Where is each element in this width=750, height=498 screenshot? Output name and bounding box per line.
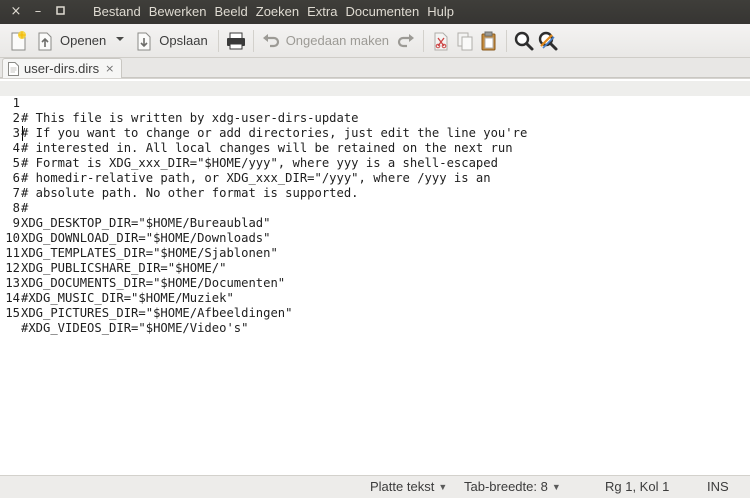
open-icon-button[interactable] <box>34 30 56 52</box>
menu-documenten[interactable]: Documenten <box>341 0 423 24</box>
text-editor[interactable]: 1 # This file is written by xdg-user-dir… <box>0 78 750 476</box>
save-button[interactable]: Opslaan <box>159 33 207 48</box>
close-window-button[interactable]: × <box>9 5 23 19</box>
editor-line[interactable]: 9 XDG_DOWNLOAD_DIR="$HOME/Downloads" <box>0 201 750 245</box>
maximize-icon <box>55 6 65 15</box>
open-recent-dropdown[interactable] <box>115 33 125 48</box>
menubar: × – Bestand Bewerken Beeld Zoeken Extra … <box>0 0 750 24</box>
save-icon <box>137 32 151 50</box>
paste-icon <box>481 31 496 50</box>
chevron-down-icon: ▼ <box>551 482 561 492</box>
search-replace-button[interactable] <box>537 30 559 52</box>
chevron-down-icon <box>116 37 125 41</box>
tab-width-selector[interactable]: Tab-breedte: 8 ▼ <box>464 476 561 498</box>
toolbar: Openen Opslaan Ongedaan maken <box>0 24 750 58</box>
line-text: #XDG_VIDEOS_DIR="$HOME/Video's" <box>21 321 249 335</box>
document-tabbar: user-dirs.dirs × <box>0 58 750 78</box>
tab-label: user-dirs.dirs <box>24 61 100 76</box>
toolbar-separator <box>217 29 219 52</box>
copy-button[interactable] <box>454 30 476 52</box>
tab-user-dirs[interactable]: user-dirs.dirs × <box>2 58 122 78</box>
undo-button[interactable]: Ongedaan maken <box>286 33 389 48</box>
undo-icon <box>262 33 279 47</box>
line-number: 15 <box>5 306 20 320</box>
printer-icon <box>226 32 245 49</box>
undo-icon-button[interactable] <box>260 30 282 52</box>
editor-line[interactable]: 13 #XDG_MUSIC_DIR="$HOME/Muziek" <box>0 261 750 305</box>
open-button[interactable]: Openen <box>60 33 106 48</box>
language-label: Platte tekst <box>370 479 435 494</box>
menu-list: Bestand Bewerken Beeld Zoeken Extra Docu… <box>89 0 458 24</box>
editor-line[interactable]: 15 #XDG_VIDEOS_DIR="$HOME/Video's" <box>0 291 750 335</box>
chevron-down-icon: ▼ <box>438 482 448 492</box>
insert-mode-indicator: INS <box>707 479 729 494</box>
editor-line[interactable]: 2 # If you want to change or add directo… <box>0 96 750 140</box>
new-document-button[interactable] <box>8 30 30 52</box>
tab-width-label: Tab-breedte: 8 <box>464 479 548 494</box>
text-file-icon <box>8 61 19 76</box>
editor-line[interactable]: 8 XDG_DESKTOP_DIR="$HOME/Bureaublad" <box>0 186 750 230</box>
new-document-icon <box>11 30 26 50</box>
cut-icon <box>434 32 448 50</box>
toolbar-separator <box>252 29 254 52</box>
cut-button[interactable] <box>430 30 452 52</box>
editor-line[interactable]: 12 XDG_DOCUMENTS_DIR="$HOME/Documenten" <box>0 246 750 290</box>
menu-zoeken[interactable]: Zoeken <box>252 0 303 24</box>
save-icon-button[interactable] <box>133 30 155 52</box>
paste-button[interactable] <box>478 30 500 52</box>
menu-extra[interactable]: Extra <box>303 0 341 24</box>
redo-button[interactable] <box>395 30 417 52</box>
menu-bestand[interactable]: Bestand <box>89 0 145 24</box>
menu-bewerken[interactable]: Bewerken <box>145 0 211 24</box>
redo-icon <box>397 33 415 47</box>
tab-close-icon[interactable]: × <box>105 62 114 75</box>
editor-line[interactable]: 14 XDG_PICTURES_DIR="$HOME/Afbeeldingen" <box>0 276 750 320</box>
minimize-window-button[interactable]: – <box>31 5 45 19</box>
toolbar-separator <box>423 29 425 52</box>
menu-hulp[interactable]: Hulp <box>423 0 458 24</box>
maximize-window-button[interactable] <box>53 5 67 19</box>
editor-line[interactable]: 6 # absolute path. No other format is su… <box>0 156 750 200</box>
editor-line[interactable]: 7 # <box>0 171 750 215</box>
language-selector[interactable]: Platte tekst ▼ <box>370 476 447 498</box>
search-replace-icon <box>538 31 558 50</box>
editor-line[interactable]: 3 # interested in. All local changes wil… <box>0 111 750 155</box>
cursor-position: Rg 1, Kol 1 <box>605 479 670 494</box>
editor-line[interactable]: 1 # This file is written by xdg-user-dir… <box>0 81 750 141</box>
search-icon <box>514 31 534 50</box>
editor-line[interactable]: 4 # Format is XDG_xxx_DIR="$HOME/yyy", w… <box>0 126 750 170</box>
open-folder-icon <box>38 32 52 50</box>
toolbar-separator <box>506 29 508 52</box>
menu-beeld[interactable]: Beeld <box>211 0 252 24</box>
editor-line[interactable]: 5 # homedir-relative path, or XDG_xxx_DI… <box>0 141 750 185</box>
search-button[interactable] <box>513 30 535 52</box>
print-button[interactable] <box>225 30 247 52</box>
editor-line[interactable]: 11 XDG_PUBLICSHARE_DIR="$HOME/" <box>0 231 750 275</box>
editor-line[interactable]: 10 XDG_TEMPLATES_DIR="$HOME/Sjablonen" <box>0 216 750 260</box>
statusbar: Platte tekst ▼ Tab-breedte: 8 ▼ Rg 1, Kol … <box>0 475 750 498</box>
line-text: XDG_PICTURES_DIR="$HOME/Afbeeldingen" <box>21 306 293 320</box>
copy-icon <box>457 32 473 50</box>
